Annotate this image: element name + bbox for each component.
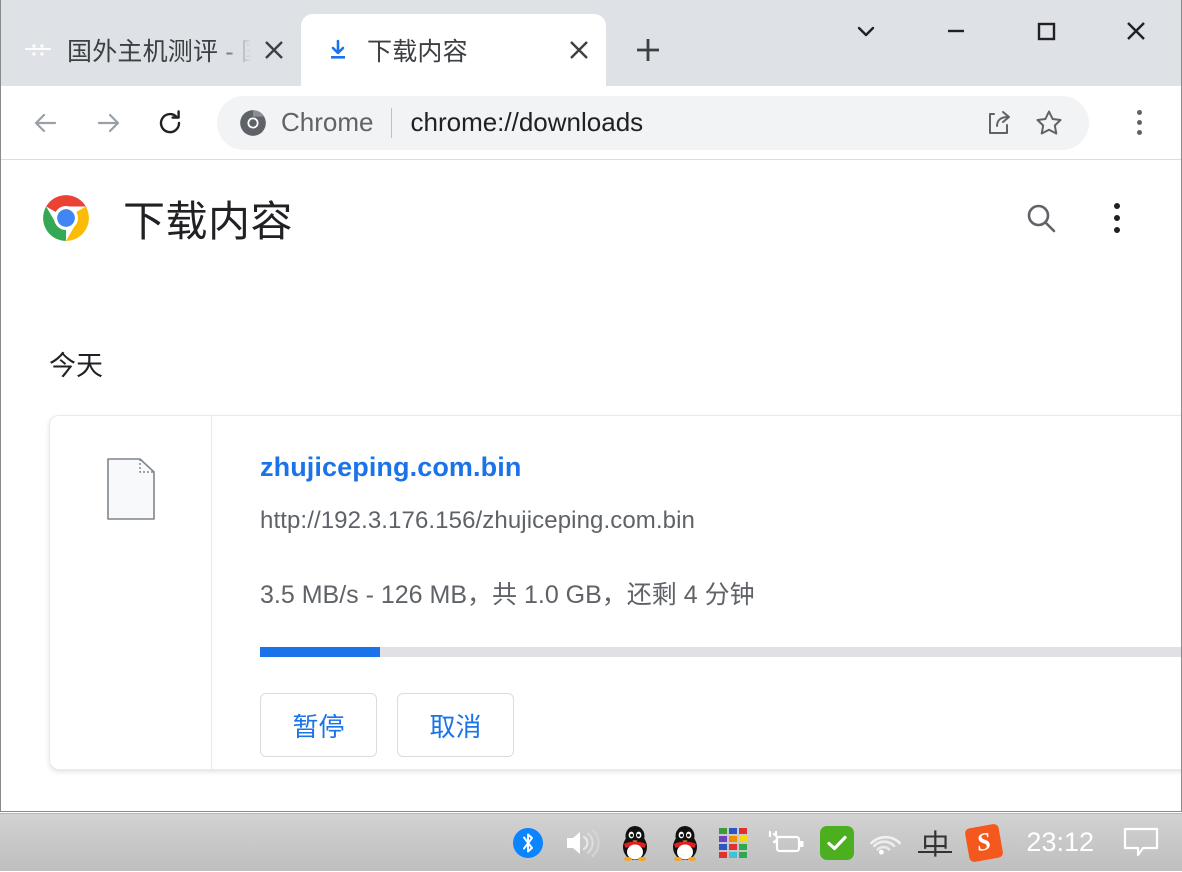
page-title: 下载内容: [123, 197, 294, 245]
ime-chinese-icon[interactable]: 中: [912, 814, 958, 872]
bookmark-star-icon[interactable]: [1027, 101, 1071, 145]
pause-button[interactable]: 暂停: [260, 693, 377, 757]
downloads-header: 下载内容: [1, 160, 1181, 276]
share-icon[interactable]: [977, 101, 1021, 145]
system-taskbar: 中 S 23:12: [0, 813, 1182, 871]
chrome-logo-icon: [239, 109, 267, 137]
download-icon-column: [50, 416, 212, 769]
sogou-input-icon[interactable]: S: [958, 814, 1010, 872]
reload-button[interactable]: [143, 96, 197, 150]
tab-title: 国外主机测评 - 国: [67, 38, 257, 66]
download-status-text: 3.5 MB/s - 126 MB，共 1.0 GB，还剩 4 分钟: [260, 581, 755, 609]
red-stamp-icon: [25, 37, 51, 63]
downloads-menu-button[interactable]: [1091, 192, 1143, 244]
maximize-button[interactable]: [1001, 0, 1091, 62]
cancel-button[interactable]: 取消: [397, 693, 514, 757]
omnibox-separator: [391, 107, 393, 138]
tab-downloads[interactable]: 下载内容: [301, 14, 606, 86]
browser-window: 国外主机测评 - 国 下载内容 Chrome chrome://download…: [0, 0, 1182, 812]
new-tab-button[interactable]: [620, 22, 676, 78]
color-grid-icon[interactable]: [710, 814, 758, 872]
security-check-icon[interactable]: [812, 814, 862, 872]
tab-host-review[interactable]: 国外主机测评 - 国: [1, 14, 301, 86]
tab-close-button[interactable]: [562, 33, 596, 67]
clock[interactable]: 23:12: [1010, 814, 1110, 872]
wifi-icon[interactable]: [862, 814, 912, 872]
close-window-button[interactable]: [1091, 0, 1181, 62]
omnibox-brand-label: Chrome: [281, 107, 374, 137]
download-source-url: http://192.3.176.156/zhujiceping.com.bin: [260, 507, 695, 534]
qq-penguin-icon-2[interactable]: [660, 814, 710, 872]
generic-file-icon: [106, 458, 155, 520]
download-progress-bar: [260, 647, 1181, 657]
download-filename-link[interactable]: zhujiceping.com.bin: [260, 452, 521, 483]
tab-close-button[interactable]: [257, 33, 291, 67]
browser-toolbar: Chrome chrome://downloads: [1, 86, 1181, 160]
downloads-page: zhujiceping.com 下载内容: [1, 160, 1181, 811]
search-icon[interactable]: [1015, 192, 1067, 244]
qq-penguin-icon-1[interactable]: [610, 814, 660, 872]
download-actions: 暂停 取消: [260, 693, 1181, 757]
download-progress-fill: [260, 647, 381, 657]
sogou-logo-label: S: [964, 822, 1005, 863]
bluetooth-icon[interactable]: [502, 814, 554, 872]
download-arrow-icon: [325, 37, 351, 63]
address-bar[interactable]: Chrome chrome://downloads: [217, 95, 1089, 150]
window-controls: [821, 0, 1181, 86]
browser-menu-button[interactable]: [1115, 96, 1163, 150]
tab-title: 下载内容: [367, 38, 468, 66]
battery-icon[interactable]: [758, 814, 812, 872]
forward-button[interactable]: [81, 96, 135, 150]
ime-label: 中: [912, 823, 958, 863]
chrome-logo-icon: [41, 193, 91, 243]
tab-strip: 国外主机测评 - 国 下载内容: [1, 0, 1181, 86]
omnibox-url-text: chrome://downloads: [410, 107, 644, 137]
download-item-body: zhujiceping.com.bin http://192.3.176.156…: [212, 416, 1181, 769]
tab-search-chevron-icon[interactable]: [821, 0, 911, 62]
notification-icon[interactable]: [1110, 814, 1172, 872]
volume-icon[interactable]: [554, 814, 610, 872]
download-item-card: zhujiceping.com.bin http://192.3.176.156…: [49, 415, 1181, 770]
day-group-label: 今天: [49, 351, 103, 381]
back-button[interactable]: [19, 96, 73, 150]
minimize-button[interactable]: [911, 0, 1001, 62]
